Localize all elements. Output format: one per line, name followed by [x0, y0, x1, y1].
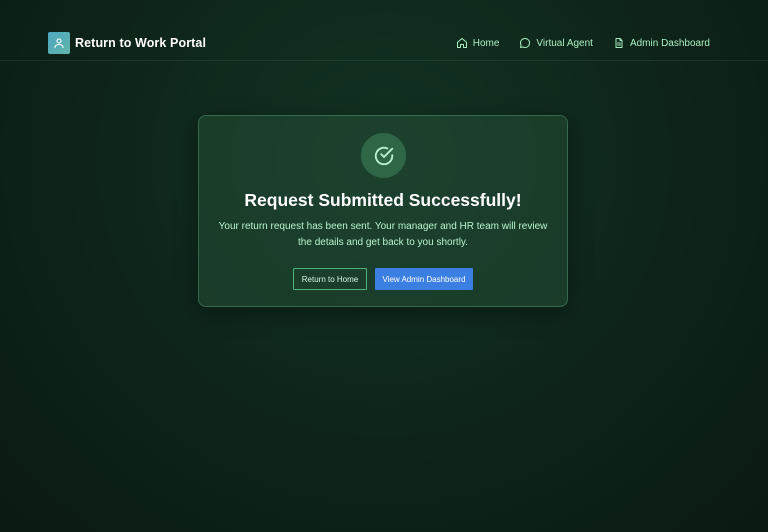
- check-circle-icon: [361, 133, 406, 178]
- app-title: Return to Work Portal: [75, 36, 207, 50]
- confirmation-actions: Return to Home View Admin Dashboard: [199, 268, 567, 290]
- nav-item-label: Virtual Agent: [536, 37, 593, 49]
- brand[interactable]: Return to Work Portal: [48, 32, 206, 54]
- confirmation-title: Request Submitted Successfully!: [244, 190, 522, 210]
- main-nav: Home Virtual Agent Admin Dashboard: [456, 37, 710, 49]
- top-navigation-bar: Return to Work Portal Home Virtual Agent…: [0, 0, 768, 61]
- confirmation-message: Your return request has been sent. Your …: [218, 221, 548, 248]
- nav-item-virtual-agent[interactable]: Virtual Agent: [519, 37, 593, 49]
- return-to-home-button[interactable]: Return to Home: [293, 268, 367, 290]
- nav-item-label: Admin Dashboard: [629, 37, 710, 49]
- nav-item-home[interactable]: Home: [456, 37, 500, 49]
- chat-bubble-icon: [520, 37, 531, 48]
- home-icon: [456, 38, 467, 48]
- nav-item-label: Home: [472, 37, 500, 49]
- document-icon: [615, 38, 623, 48]
- nav-item-admin-dashboard[interactable]: Admin Dashboard: [613, 37, 710, 49]
- view-admin-dashboard-button[interactable]: View Admin Dashboard: [375, 268, 473, 290]
- user-icon: [48, 32, 70, 54]
- confirmation-card: Request Submitted Successfully! Your ret…: [198, 115, 568, 307]
